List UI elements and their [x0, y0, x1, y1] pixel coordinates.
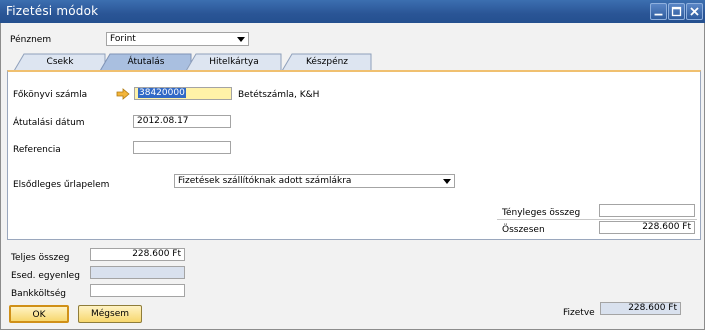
- chevron-down-icon: [443, 179, 451, 184]
- close-icon[interactable]: [686, 3, 703, 20]
- reference-label: Referencia: [13, 145, 61, 155]
- currency-select[interactable]: Forint: [106, 32, 249, 46]
- actual-amount-label: Tényleges összeg: [502, 208, 581, 218]
- divider: [497, 219, 697, 220]
- tab-csekk-label: Csekk: [46, 57, 74, 67]
- actual-amount-input[interactable]: [599, 204, 695, 217]
- paid-label: Fizetve: [563, 308, 595, 318]
- tab-atutalas[interactable]: Átutalás: [100, 53, 192, 71]
- primary-form-label: Elsődleges űrlapelem: [13, 180, 110, 190]
- tab-keszpenz-label: Készpénz: [305, 57, 349, 67]
- reference-input[interactable]: [133, 141, 231, 154]
- total-label: Összesen: [502, 225, 545, 235]
- balance-due-label: Esed. egyenleg: [11, 271, 80, 281]
- total-value: 228.600 Ft: [599, 221, 695, 234]
- tab-keszpenz[interactable]: Készpénz: [282, 53, 372, 71]
- currency-label: Pénznem: [10, 35, 52, 45]
- primary-form-select[interactable]: Fizetések szállítóknak adott számlákra: [174, 174, 455, 188]
- primary-form-value: Fizetések szállítóknak adott számlákra: [178, 176, 352, 186]
- minimize-icon[interactable]: [650, 3, 667, 20]
- window-title: Fizetési módok: [6, 4, 99, 18]
- maximize-icon[interactable]: [668, 3, 685, 20]
- total-amount-input[interactable]: 228.600 Ft: [90, 248, 185, 261]
- paid-value: 228.600 Ft: [600, 302, 681, 315]
- tab-hitelkartya-label: Hitelkártya: [209, 57, 259, 67]
- tab-atutalas-label: Átutalás: [127, 57, 165, 67]
- transfer-date-label: Átutalási dátum: [13, 118, 85, 128]
- chevron-down-icon: [237, 37, 245, 42]
- gl-account-value: 38420000: [138, 88, 186, 98]
- currency-value: Forint: [110, 34, 136, 44]
- bank-charge-label: Bankköltség: [11, 289, 66, 299]
- tab-hitelkartya[interactable]: Hitelkártya: [186, 53, 282, 71]
- total-amount-label: Teljes összeg: [11, 253, 70, 263]
- transfer-date-input[interactable]: 2012.08.17: [133, 115, 231, 128]
- transfer-tab-panel: [7, 70, 701, 240]
- gl-account-label: Főkönyvi számla: [13, 90, 88, 100]
- balance-due-value: [90, 266, 185, 279]
- title-bar: Fizetési módok: [0, 0, 705, 23]
- cancel-button[interactable]: Mégsem: [78, 305, 142, 323]
- tab-csekk[interactable]: Csekk: [14, 53, 106, 71]
- gl-account-name: Betétszámla, K&H: [238, 90, 320, 100]
- link-arrow-icon[interactable]: [116, 88, 130, 100]
- gl-account-input[interactable]: 38420000: [134, 87, 232, 100]
- bank-charge-input[interactable]: [90, 284, 185, 297]
- ok-button[interactable]: OK: [9, 305, 69, 323]
